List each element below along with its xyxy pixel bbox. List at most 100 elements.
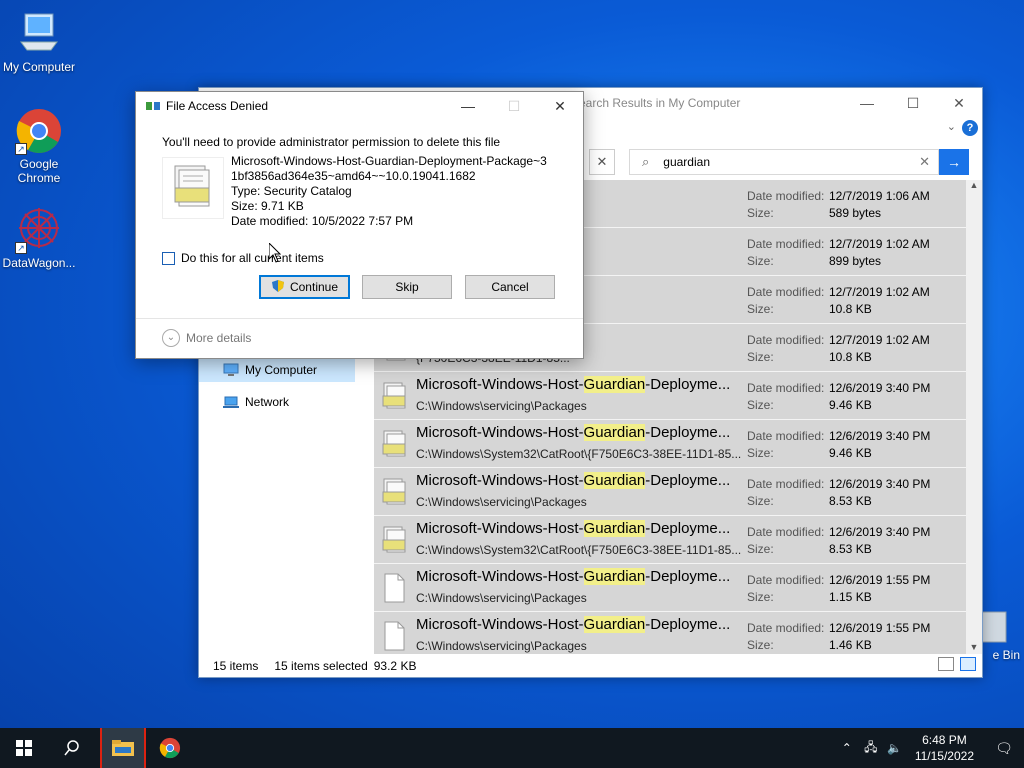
apply-to-all-checkbox[interactable]: Do this for all current items	[162, 251, 324, 265]
date-modified-label: Date modified:	[747, 429, 825, 443]
help-icon[interactable]: ?	[962, 120, 978, 136]
result-name-prefix: Microsoft-Windows-Host-	[416, 520, 584, 537]
date-modified-value: 12/7/2019 1:02 AM	[829, 237, 930, 251]
minimize-button[interactable]: —	[844, 88, 890, 118]
result-name-prefix: Microsoft-Windows-Host-	[416, 616, 584, 633]
date-modified-value: 12/7/2019 1:02 AM	[829, 333, 930, 347]
search-clear-icon[interactable]: ✕	[919, 154, 930, 170]
size-label: Size:	[747, 350, 774, 364]
size-label: Size:	[747, 302, 774, 316]
cancel-button[interactable]: Cancel	[465, 275, 555, 299]
chevron-up-icon[interactable]: ⌃	[835, 741, 859, 755]
date-modified-label: Date modified:	[747, 573, 825, 587]
result-meta: Date modified: 12/6/2019 1:55 PM Size: 1.46…	[747, 620, 930, 654]
dialog-title: File Access Denied	[166, 99, 269, 113]
dialog-message: You'll need to provide administrator per…	[162, 135, 501, 149]
size-value: 10.8 KB	[829, 350, 872, 364]
results-scrollbar[interactable]: ▲ ▼	[966, 180, 982, 654]
shortcut-arrow-icon: ↗	[15, 242, 27, 254]
scroll-down-icon[interactable]: ▼	[966, 642, 982, 652]
date-modified-value: 12/6/2019 3:40 PM	[829, 477, 931, 491]
size-label: Size:	[747, 254, 774, 268]
size-label: Size:	[747, 398, 774, 412]
result-meta: Date modified: 12/7/2019 1:02 AM Size: 10.8…	[747, 284, 930, 318]
network-icon[interactable]: 🖧	[859, 738, 883, 759]
computer-icon	[15, 10, 63, 58]
continue-button[interactable]: Continue	[259, 275, 350, 299]
maximize-button[interactable]: ☐	[890, 88, 936, 118]
skip-button[interactable]: Skip	[362, 275, 452, 299]
uac-shield-icon	[271, 279, 285, 296]
search-input[interactable]: ⌕ guardian ✕	[629, 149, 939, 175]
taskbar-chrome[interactable]	[146, 728, 194, 768]
start-button[interactable]	[0, 728, 48, 768]
file-type: Type: Security Catalog	[231, 184, 352, 198]
size-label: Size:	[747, 590, 774, 604]
size-label: Size:	[747, 542, 774, 556]
size-value: 9.46 KB	[829, 446, 872, 460]
dialog-divider	[136, 318, 583, 319]
size-value: 1.15 KB	[829, 590, 872, 604]
close-button[interactable]: ✕	[936, 88, 982, 118]
date-modified-value: 12/6/2019 1:55 PM	[829, 621, 931, 635]
size-value: 1.46 KB	[829, 638, 872, 652]
taskbar-search-button[interactable]	[48, 728, 96, 768]
file-icon	[380, 621, 408, 651]
date-modified-value: 12/7/2019 1:02 AM	[829, 285, 930, 299]
taskbar-file-explorer[interactable]	[100, 728, 146, 768]
nav-item-my-computer[interactable]: My Computer	[199, 358, 355, 382]
dialog-close-button[interactable]: ✕	[537, 92, 583, 120]
result-path: C:\Windows\System32\CatRoot\{F750E6C3-38…	[416, 447, 742, 461]
nav-item-network[interactable]: Network	[199, 390, 371, 414]
date-modified-value: 12/6/2019 3:40 PM	[829, 381, 931, 395]
chrome-icon	[159, 737, 181, 759]
result-name-prefix: Microsoft-Windows-Host-	[416, 424, 584, 441]
desktop-icon-chrome[interactable]: ↗ Google Chrome	[0, 107, 78, 185]
date-modified-label: Date modified:	[747, 189, 825, 203]
desktop-icon-datawagon[interactable]: ↗ DataWagon...	[0, 206, 78, 270]
checkbox-box[interactable]	[162, 251, 175, 265]
clock-time: 6:48 PM	[922, 733, 967, 747]
result-row[interactable]: Microsoft-Windows-Host-Guardian-Deployme…	[374, 468, 966, 516]
date-modified-label: Date modified:	[747, 621, 825, 635]
result-row[interactable]: Microsoft-Windows-Host-Guardian-Deployme…	[374, 372, 966, 420]
more-details-label: More details	[186, 331, 252, 345]
skip-label: Skip	[395, 280, 419, 294]
result-row[interactable]: Microsoft-Windows-Host-Guardian-Deployme…	[374, 564, 966, 612]
expand-ribbon-chevron-icon[interactable]: ⌄	[947, 120, 956, 133]
clock[interactable]: 6:48 PM 11/15/2022	[915, 732, 974, 764]
continue-label: Continue	[289, 280, 339, 294]
result-row[interactable]: Microsoft-Windows-Host-Guardian-Deployme…	[374, 516, 966, 564]
date-modified-label: Date modified:	[747, 381, 825, 395]
file-transfer-icon	[146, 100, 160, 112]
details-view-icon[interactable]	[938, 657, 954, 671]
security-catalog-icon	[380, 525, 408, 555]
clock-date: 11/15/2022	[914, 749, 974, 763]
size-value: 8.53 KB	[829, 494, 872, 508]
address-clear-button[interactable]: ✕	[589, 149, 615, 175]
date-modified-label: Date modified:	[747, 237, 825, 251]
volume-icon[interactable]: 🔈	[883, 741, 907, 755]
search-go-button[interactable]: →	[939, 149, 969, 175]
dialog-minimize-button[interactable]: —	[445, 92, 491, 120]
desktop-icon-my-computer[interactable]: My Computer	[0, 10, 78, 74]
file-access-denied-dialog: File Access Denied — ☐ ✕ You'll need to …	[135, 91, 584, 359]
security-catalog-icon	[380, 477, 408, 507]
result-row[interactable]: Microsoft-Windows-Host-Guardian-Deployme…	[374, 420, 966, 468]
content-view-icon[interactable]	[960, 657, 976, 671]
windows-logo-icon	[16, 740, 32, 756]
file-info: Microsoft-Windows-Host-Guardian-Deployme…	[231, 154, 547, 229]
dialog-maximize-button: ☐	[507, 97, 521, 114]
result-meta: Date modified: 12/6/2019 3:40 PM Size: 9.46…	[747, 428, 930, 462]
more-details-toggle[interactable]: ⌄ More details	[162, 329, 251, 347]
notification-icon[interactable]: 🗨	[984, 740, 1024, 757]
result-name-highlight: Guardian	[583, 376, 646, 393]
result-name-suffix: -Deployme...	[645, 472, 731, 489]
security-catalog-icon	[380, 429, 408, 459]
result-row[interactable]: Microsoft-Windows-Host-Guardian-Deployme…	[374, 612, 966, 654]
scroll-up-icon[interactable]: ▲	[966, 180, 982, 190]
result-meta: Date modified: 12/6/2019 3:40 PM Size: 8.53…	[747, 476, 930, 510]
computer-icon	[223, 363, 239, 377]
result-name-suffix: -Deployme...	[645, 568, 731, 585]
file-name-line-1: Microsoft-Windows-Host-Guardian-Deployme…	[231, 154, 547, 168]
